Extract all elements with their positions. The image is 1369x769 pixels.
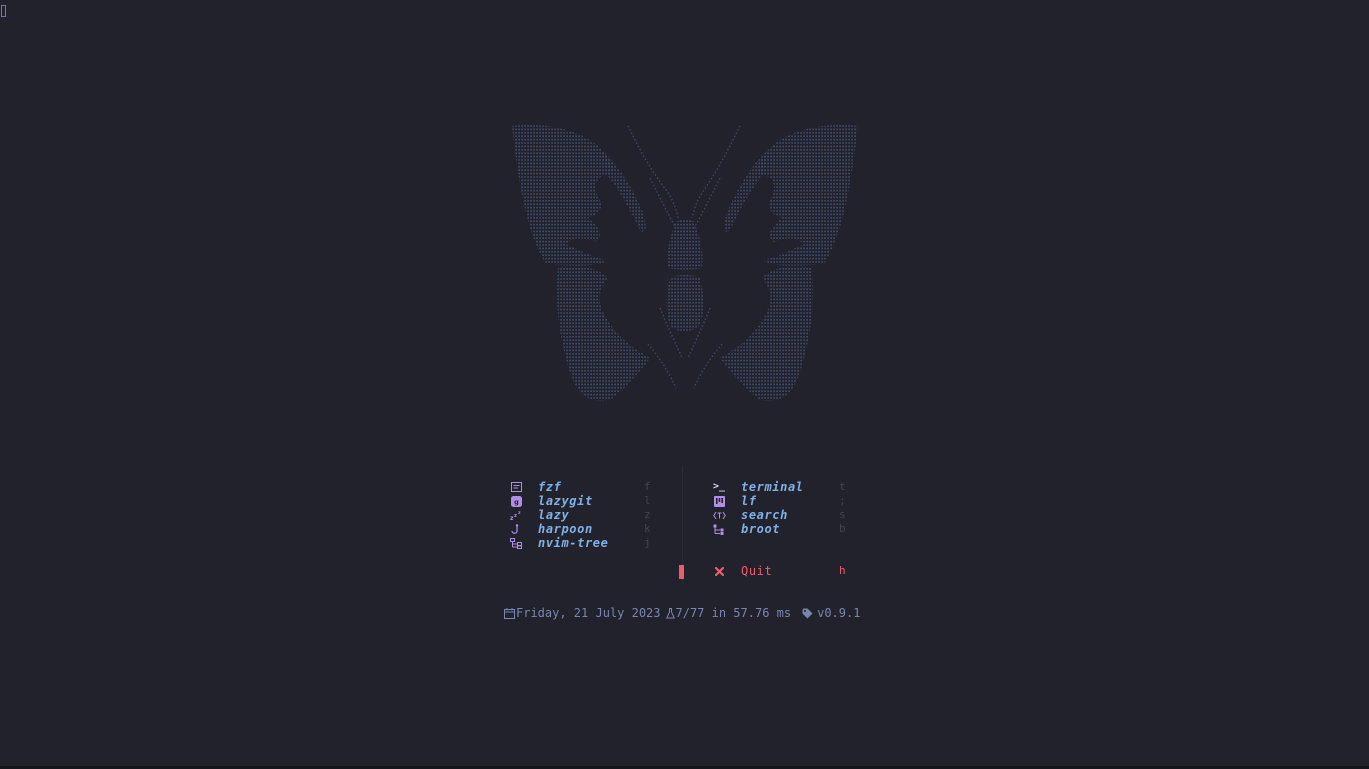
close-x-icon: [712, 564, 726, 578]
tag-icon: [800, 606, 814, 620]
terminal-cursor: [1, 5, 6, 17]
menu-item-shortcut: k: [644, 522, 651, 535]
dashboard-screen: fzf f g lazygit l zzz lazy z harpoon k n…: [0, 0, 1369, 769]
menu-item-nvim-tree[interactable]: nvim-tree j: [509, 536, 659, 550]
quit-label: Quit: [741, 564, 773, 578]
file-text-icon: [509, 480, 523, 494]
menu-item-label: harpoon: [538, 522, 593, 536]
menu-item-lf[interactable]: lf ;: [712, 494, 862, 508]
menu-item-lazygit[interactable]: g lazygit l: [509, 494, 659, 508]
selection-indicator: [679, 565, 684, 579]
hook-icon: [509, 522, 523, 536]
svg-text:z: z: [518, 511, 521, 516]
menu-item-label: broot: [741, 522, 781, 536]
kanban-icon: [712, 494, 726, 508]
quit-shortcut: h: [839, 564, 846, 577]
menu-item-shortcut: l: [644, 494, 651, 507]
git-box-icon: g: [509, 494, 523, 508]
sleep-zzz-icon: zzz: [509, 508, 523, 522]
svg-text:z: z: [514, 513, 517, 519]
menu-item-broot[interactable]: broot b: [712, 522, 862, 536]
menu-item-shortcut: f: [644, 480, 651, 493]
file-tree-icon: [509, 536, 523, 550]
menu-item-search[interactable]: search s: [712, 508, 862, 522]
menu-item-label: fzf: [538, 480, 562, 494]
dashboard-footer: Friday, 21 July 2023 7/77 in 57.76 ms v0…: [502, 606, 860, 620]
menu-item-label: terminal: [741, 480, 804, 494]
footer-version: v0.9.1: [817, 606, 861, 620]
tree-branch-icon: [712, 522, 726, 536]
butterfly-ascii-art: [512, 124, 858, 402]
menu-item-shortcut: j: [644, 536, 651, 549]
menu-item-label: lazy: [538, 508, 570, 522]
menu-item-shortcut: z: [644, 508, 651, 521]
menu-item-shortcut: b: [839, 522, 846, 535]
menu-item-shortcut: t: [839, 480, 846, 493]
menu-item-shortcut: s: [839, 508, 846, 521]
menu-item-lazy[interactable]: zzz lazy z: [509, 508, 659, 522]
flask-icon: [666, 606, 676, 620]
footer-date: Friday, 21 July 2023: [516, 606, 661, 620]
quit-button[interactable]: Quit h: [712, 564, 862, 578]
menu-item-fzf[interactable]: fzf f: [509, 480, 659, 494]
search-text-icon: [712, 508, 726, 522]
menu-item-label: search: [741, 508, 788, 522]
menu-item-label: lazygit: [538, 494, 593, 508]
svg-text:g: g: [514, 498, 519, 506]
footer-plugin-stats: 7/77 in 57.76 ms: [675, 606, 792, 620]
menu-item-terminal[interactable]: >_ terminal t: [712, 480, 862, 494]
menu-item-shortcut: ;: [839, 494, 846, 507]
terminal-prompt-icon: >_: [712, 481, 726, 492]
menu-item-label: nvim-tree: [538, 536, 609, 550]
menu-item-harpoon[interactable]: harpoon k: [509, 522, 659, 536]
calendar-icon: [502, 606, 516, 620]
menu-item-label: lf: [741, 494, 757, 508]
